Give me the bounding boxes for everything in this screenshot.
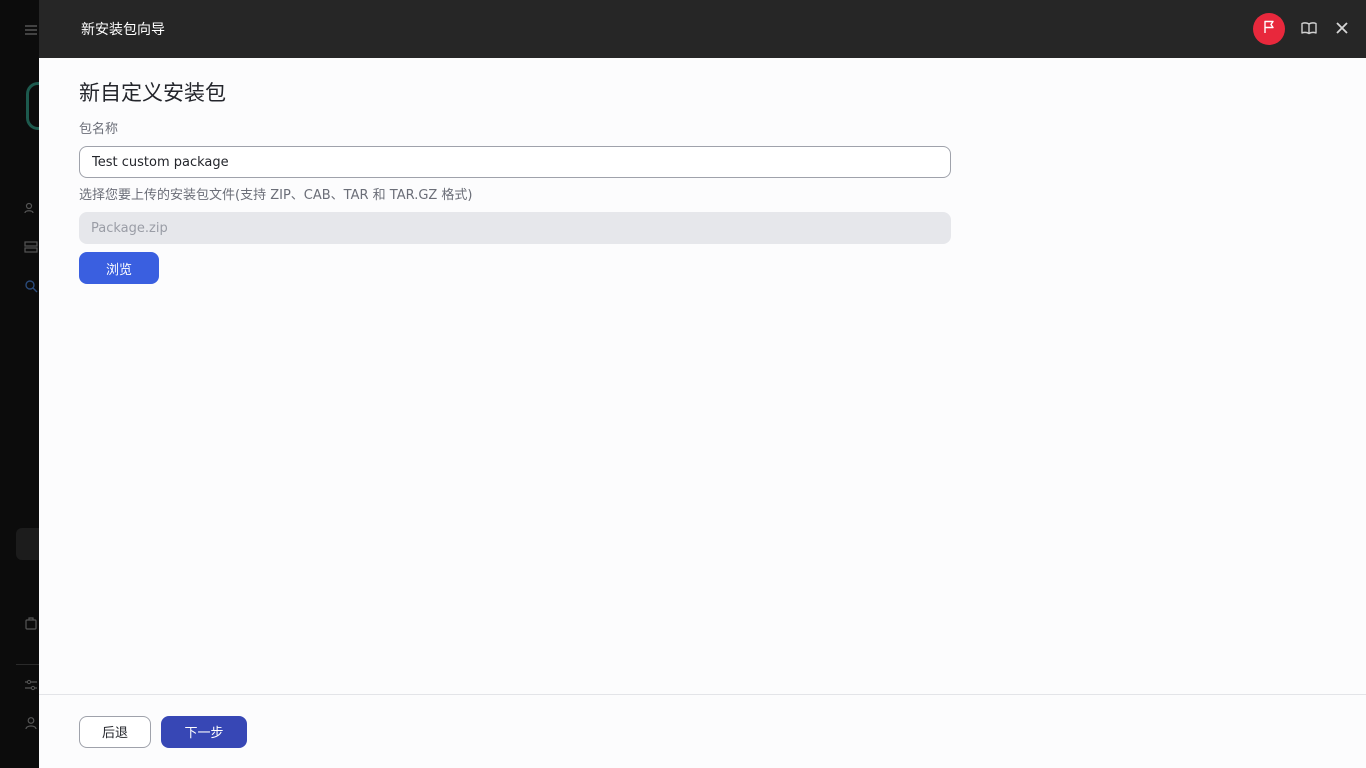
sliders-icon xyxy=(24,678,40,694)
book-icon xyxy=(1301,20,1317,39)
feedback-flag-button[interactable] xyxy=(1253,13,1285,45)
devices-icon xyxy=(24,240,40,256)
help-book-button[interactable] xyxy=(1299,19,1319,39)
back-button[interactable]: 后退 xyxy=(79,716,151,748)
menu-icon xyxy=(24,23,40,39)
new-package-wizard: 新安装包向导 新自定义安装包 包名称 选择您要上传的安装包文件(支持 ZI xyxy=(39,0,1366,768)
package-name-label: 包名称 xyxy=(79,122,951,138)
file-path-field: Package.zip xyxy=(79,212,951,244)
package-name-input[interactable] xyxy=(79,146,951,178)
background-divider xyxy=(16,664,39,665)
next-button[interactable]: 下一步 xyxy=(161,716,247,748)
header-actions xyxy=(1253,0,1366,58)
users-icon xyxy=(24,201,40,217)
wizard-header: 新安装包向导 xyxy=(39,0,1366,58)
wizard-title: 新安装包向导 xyxy=(81,19,165,39)
flag-icon xyxy=(1261,19,1277,39)
search-icon xyxy=(24,279,40,295)
browse-button[interactable]: 浏览 xyxy=(79,252,159,284)
background-sidebar xyxy=(0,0,39,768)
user-icon xyxy=(24,716,40,732)
file-path-placeholder: Package.zip xyxy=(91,221,168,236)
wizard-footer: 后退 下一步 xyxy=(39,694,1366,768)
close-button[interactable] xyxy=(1332,19,1352,39)
bag-icon xyxy=(24,616,40,632)
file-select-label: 选择您要上传的安装包文件(支持 ZIP、CAB、TAR 和 TAR.GZ 格式) xyxy=(79,188,951,204)
close-icon xyxy=(1335,20,1349,39)
page-title: 新自定义安装包 xyxy=(79,78,951,108)
background-panel-stub xyxy=(16,528,39,560)
wizard-body: 新自定义安装包 包名称 选择您要上传的安装包文件(支持 ZIP、CAB、TAR … xyxy=(39,58,951,284)
